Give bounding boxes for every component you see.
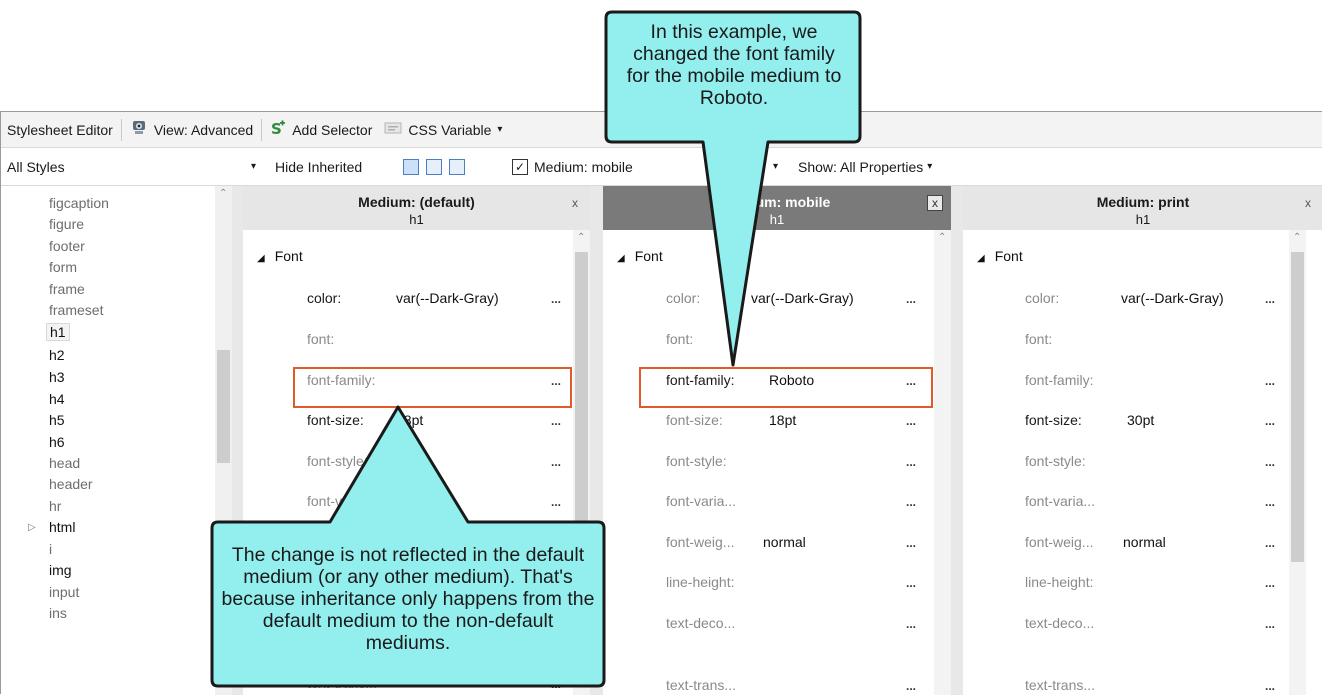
callout-bottom-text: The change is not reflected in the defau… xyxy=(221,544,595,654)
callout-top-text: In this example, we changed the font fam… xyxy=(626,21,842,109)
